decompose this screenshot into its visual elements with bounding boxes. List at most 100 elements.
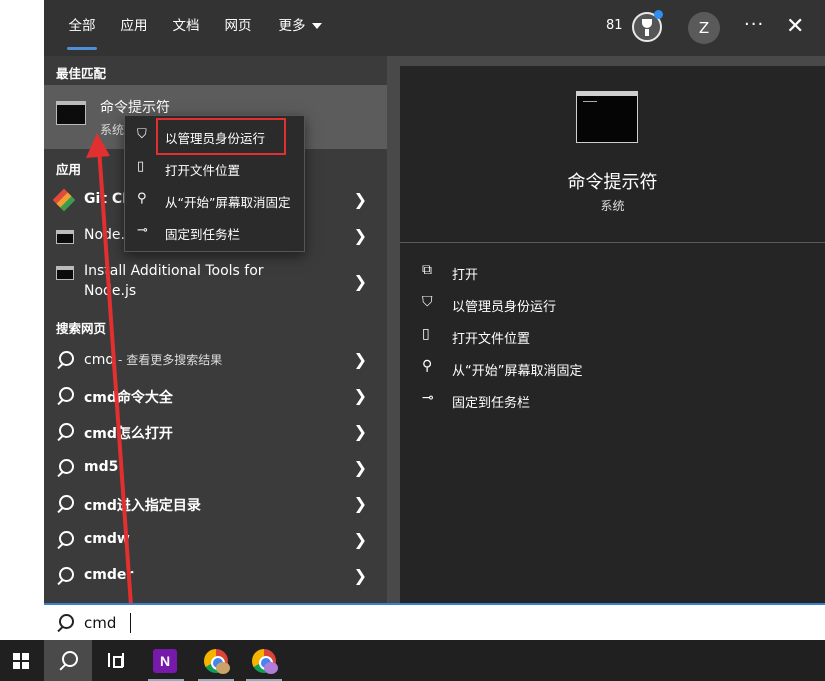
tab-apps[interactable]: 应用 bbox=[112, 0, 156, 56]
context-menu-pin-taskbar[interactable]: ⊸ 固定到任务栏 bbox=[125, 217, 304, 247]
chevron-right-icon[interactable]: ❯ bbox=[354, 350, 367, 369]
search-box[interactable]: cmd bbox=[44, 603, 825, 640]
tab-more[interactable]: 更多 bbox=[270, 0, 330, 56]
tab-documents[interactable]: 文档 bbox=[164, 0, 208, 56]
best-match-subtitle: 系统 bbox=[100, 123, 125, 137]
avatar[interactable]: Z bbox=[688, 12, 720, 44]
search-icon bbox=[56, 495, 74, 513]
web-item-hint: - 查看更多搜索结果 bbox=[114, 353, 223, 367]
start-search-panel: 全部 应用 文档 网页 更多 81 Z ··· ✕ 最佳匹配 命令提示符 系统 … bbox=[44, 0, 825, 603]
profile-badge-icon bbox=[216, 662, 230, 674]
open-icon: ⧉ bbox=[422, 262, 432, 278]
pin-icon: ⊸ bbox=[137, 223, 148, 238]
chevron-right-icon[interactable]: ❯ bbox=[354, 494, 367, 513]
chevron-right-icon[interactable]: ❯ bbox=[354, 226, 367, 245]
action-run-as-admin[interactable]: ⛉ 以管理员身份运行 bbox=[422, 293, 802, 317]
web-item-6[interactable]: cmder ❯ bbox=[44, 558, 387, 594]
tab-web[interactable]: 网页 bbox=[216, 0, 260, 56]
search-icon bbox=[56, 423, 74, 441]
action-open-file-location[interactable]: ▯ 打开文件位置 bbox=[422, 325, 802, 349]
text-cursor bbox=[130, 613, 131, 633]
search-icon bbox=[56, 459, 74, 477]
terminal-icon bbox=[56, 266, 74, 280]
context-menu-unpin-start[interactable]: ⚲ 从“开始”屏幕取消固定 bbox=[125, 185, 304, 215]
search-input[interactable]: cmd bbox=[84, 614, 116, 632]
chevron-down-icon bbox=[311, 23, 322, 29]
search-filter-bar: 全部 应用 文档 网页 更多 81 Z ··· ✕ bbox=[44, 0, 825, 56]
detail-title: 命令提示符 bbox=[567, 172, 658, 193]
list-item-label: cmd命令大全 bbox=[84, 390, 173, 406]
action-label: 打开 bbox=[452, 268, 479, 283]
profile-badge-icon bbox=[264, 662, 278, 674]
taskbar-search-button[interactable] bbox=[44, 640, 92, 681]
start-button[interactable] bbox=[0, 640, 48, 681]
taskbar-chrome-2[interactable] bbox=[240, 640, 288, 681]
list-item-label: cmd怎么打开 bbox=[84, 426, 173, 442]
detail-subtitle: 系统 bbox=[600, 199, 625, 213]
list-item-label: Install Additional Tools for bbox=[84, 263, 264, 279]
web-item-2[interactable]: cmd怎么打开 ❯ bbox=[44, 414, 387, 450]
action-label: 打开文件位置 bbox=[452, 332, 531, 347]
close-icon[interactable]: ✕ bbox=[786, 14, 804, 39]
search-icon bbox=[56, 531, 74, 549]
shield-icon: ⛉ bbox=[422, 294, 433, 310]
taskbar-chrome-1[interactable] bbox=[192, 640, 240, 681]
search-icon bbox=[56, 567, 74, 585]
web-item-4[interactable]: cmd进入指定目录 ❯ bbox=[44, 486, 387, 522]
file-location-icon: ▯ bbox=[422, 326, 430, 342]
action-open[interactable]: ⧉ 打开 bbox=[422, 261, 802, 285]
action-label: 固定到任务栏 bbox=[452, 396, 531, 411]
desktop-background bbox=[0, 0, 44, 640]
pin-icon: ⊸ bbox=[422, 390, 434, 406]
tab-all[interactable]: 全部 bbox=[58, 0, 106, 56]
chevron-right-icon[interactable]: ❯ bbox=[354, 190, 367, 209]
rewards-points: 81 bbox=[606, 18, 623, 33]
context-menu-open-file-location[interactable]: ▯ 打开文件位置 bbox=[125, 153, 304, 183]
action-unpin-start[interactable]: ⚲ 从“开始”屏幕取消固定 bbox=[422, 357, 802, 381]
web-item-3[interactable]: md5 ❯ bbox=[44, 450, 387, 486]
best-match-heading: 最佳匹配 bbox=[56, 66, 107, 81]
file-location-icon: ▯ bbox=[137, 159, 145, 174]
chevron-right-icon[interactable]: ❯ bbox=[354, 386, 367, 405]
more-options-icon[interactable]: ··· bbox=[744, 14, 764, 35]
terminal-icon bbox=[576, 91, 638, 143]
search-icon bbox=[56, 614, 74, 632]
list-item-label: cmd进入指定目录 bbox=[84, 498, 201, 514]
web-item-query: cmd bbox=[84, 352, 115, 368]
chevron-right-icon[interactable]: ❯ bbox=[354, 458, 367, 477]
shield-icon: ⛉ bbox=[137, 127, 147, 142]
chevron-right-icon[interactable]: ❯ bbox=[354, 272, 367, 291]
search-icon bbox=[58, 651, 78, 671]
apps-heading: 应用 bbox=[56, 162, 82, 177]
unpin-icon: ⚲ bbox=[137, 191, 147, 206]
tab-more-label: 更多 bbox=[278, 18, 306, 34]
task-view-button[interactable] bbox=[92, 640, 140, 681]
taskbar: N bbox=[0, 640, 825, 681]
terminal-icon bbox=[56, 230, 74, 244]
action-pin-taskbar[interactable]: ⊸ 固定到任务栏 bbox=[422, 389, 802, 413]
taskbar-onenote[interactable]: N bbox=[142, 640, 190, 681]
web-item-1[interactable]: cmd命令大全 ❯ bbox=[44, 378, 387, 414]
git-icon bbox=[52, 188, 76, 212]
search-icon bbox=[56, 351, 74, 369]
context-menu-label: 固定到任务栏 bbox=[165, 227, 241, 242]
terminal-icon bbox=[56, 101, 86, 125]
web-item-0[interactable]: cmd - 查看更多搜索结果 ❯ bbox=[44, 342, 387, 378]
chevron-right-icon[interactable]: ❯ bbox=[354, 422, 367, 441]
context-menu-label: 打开文件位置 bbox=[165, 163, 241, 178]
unpin-icon: ⚲ bbox=[422, 358, 433, 374]
web-item-5[interactable]: cmdw ❯ bbox=[44, 522, 387, 558]
context-menu-label: 从“开始”屏幕取消固定 bbox=[165, 195, 291, 210]
task-view-icon bbox=[108, 653, 124, 668]
chevron-right-icon[interactable]: ❯ bbox=[354, 530, 367, 549]
action-label: 以管理员身份运行 bbox=[452, 300, 557, 315]
list-item-label-line2: Node.js bbox=[84, 283, 137, 299]
divider bbox=[400, 242, 825, 243]
web-search-heading: 搜索网页 bbox=[56, 321, 107, 336]
list-item-label: cmdw bbox=[84, 531, 130, 547]
chevron-right-icon[interactable]: ❯ bbox=[354, 566, 367, 585]
onenote-icon: N bbox=[153, 649, 177, 673]
action-label: 从“开始”屏幕取消固定 bbox=[452, 364, 583, 379]
notification-dot bbox=[654, 10, 663, 19]
list-item-install-tools[interactable]: Install Additional Tools for Node.js ❯ bbox=[44, 258, 387, 304]
